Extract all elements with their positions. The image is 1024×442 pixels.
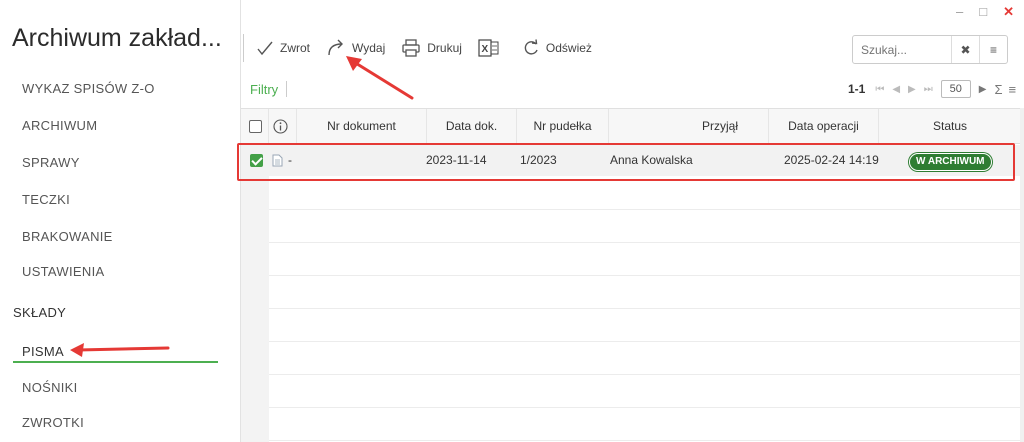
excel-icon: X [478,39,499,57]
drukuj-label: Drukuj [427,41,462,55]
next-page-disabled-icon[interactable]: ▶ [908,84,916,95]
empty-row [269,210,1021,243]
grid-row-gutter [241,144,269,442]
column-przyjal[interactable]: Przyjął [609,109,769,144]
active-item-underline [13,361,218,363]
empty-row [269,243,1021,276]
first-page-icon[interactable]: ⏮ [875,84,884,95]
odswiez-button[interactable]: Odśwież [522,39,592,57]
sidebar: Archiwum zakład... WYKAZ SPISÓW Z-O ARCH… [0,0,240,442]
annotation-highlight-row [237,143,1015,181]
odswiez-label: Odśwież [545,41,592,55]
page-size-input[interactable]: 50 [940,80,971,98]
search-box: ✖ ≡ [852,35,1008,64]
last-page-icon[interactable]: ⏭ [924,84,933,95]
empty-row [269,408,1021,441]
excel-export-button[interactable]: X [478,38,506,58]
empty-row [269,276,1021,309]
sidebar-section-sklady: SKŁADY [13,305,67,320]
info-icon[interactable] [273,119,288,134]
empty-row [269,342,1021,375]
grid-header: Nr dokument Data dok. Nr pudełka Przyjął… [241,109,1021,144]
toolbar-separator [243,34,244,62]
annotation-arrow-pisma [70,343,170,357]
close-button[interactable]: ✕ [1003,4,1014,20]
prev-page-icon[interactable]: ◀ [892,84,900,95]
sidebar-item-sprawy[interactable]: SPRAWY [22,155,80,170]
sidebar-item-brakowanie[interactable]: BRAKOWANIE [22,229,113,244]
column-status[interactable]: Status [879,109,1021,144]
sidebar-item-zwrotki[interactable]: ZWROTKI [22,415,84,430]
app-title: Archiwum zakład... [12,24,222,52]
pager: 1-1 ⏮ ◀ ▶ ⏭ 50 ▶ Σ ≡ [848,80,1016,98]
sidebar-item-wykaz-spisow[interactable]: WYKAZ SPISÓW Z-O [22,81,155,96]
column-nr-pudelka[interactable]: Nr pudełka [517,109,609,144]
annotation-arrow-wydaj [346,56,414,100]
sidebar-item-teczki[interactable]: TECZKI [22,192,70,207]
header-select-cell [241,109,269,144]
search-menu-icon[interactable]: ≡ [979,36,1007,63]
minimize-button[interactable]: – [956,4,963,20]
page-size-dropdown-icon[interactable]: ▶ [979,84,987,95]
search-input[interactable] [853,36,951,63]
sidebar-item-ustawienia[interactable]: USTAWIENIA [22,264,104,279]
empty-row [269,309,1021,342]
window-controls: – □ ✕ [956,4,1014,20]
sidebar-item-nosniki[interactable]: NOŚNIKI [22,380,78,395]
pager-range: 1-1 [848,82,866,96]
empty-row [269,177,1021,210]
sidebar-item-archiwum[interactable]: ARCHIWUM [22,118,97,133]
clear-search-icon[interactable]: ✖ [951,36,979,63]
header-info-cell [269,109,297,144]
empty-row [269,375,1021,408]
sum-icon[interactable]: Σ [994,82,1002,97]
toolbar: Zwrot Wydaj Drukuj X Odśwież [241,30,608,66]
column-nr-dokument[interactable]: Nr dokument [297,109,427,144]
select-all-checkbox[interactable] [249,120,262,133]
filters-separator [286,81,287,97]
zwrot-button[interactable]: Zwrot [256,39,310,57]
zwrot-label: Zwrot [280,41,310,55]
check-icon [257,41,273,56]
column-data-dok[interactable]: Data dok. [427,109,517,144]
sidebar-item-pisma[interactable]: PISMA [22,344,64,359]
filters-link[interactable]: Filtry [250,82,278,97]
column-data-operacji[interactable]: Data operacji [769,109,879,144]
svg-text:X: X [481,44,488,55]
grid-menu-icon[interactable]: ≡ [1009,82,1017,97]
maximize-button[interactable]: □ [979,4,987,20]
refresh-icon [524,39,538,55]
grid-scrollbar[interactable] [1020,108,1024,442]
